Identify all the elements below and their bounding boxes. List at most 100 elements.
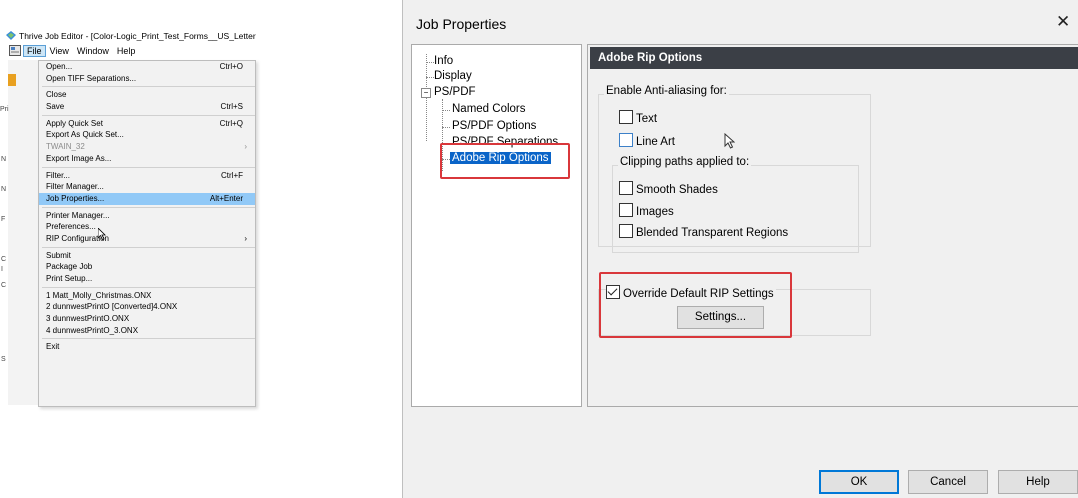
menu-file[interactable]: File [23,45,46,57]
line-art-label: Line Art [636,136,675,148]
tree-connector [426,62,434,63]
menu-item-close[interactable]: Close [39,89,255,101]
menu-item-package-job[interactable]: Package Job [39,261,255,273]
menu-item-label: Preferences... [46,222,96,232]
menu-separator [42,114,255,116]
menu-item-1-matt-molly-christmas-onx[interactable]: 1 Matt_Molly_Christmas.ONX [39,290,255,302]
antialias-group-label: Enable Anti-aliasing for: [604,85,729,97]
menu-window[interactable]: Window [73,45,113,57]
menu-view[interactable]: View [46,45,73,57]
menu-item-job-properties[interactable]: Job Properties... Alt+Enter [39,192,255,205]
smooth-shades-checkbox-row[interactable]: Smooth Shades [619,181,718,196]
menu-item-label: Filter... [46,170,71,180]
document-icon [9,45,21,56]
menu-item-label: Save [46,102,65,112]
collapse-icon[interactable]: − [421,88,431,98]
menu-separator [42,206,255,208]
menu-item-2-dunnwestprinto-converted-4-onx[interactable]: 2 dunnwestPrintO [Converted]4.ONX [39,301,255,313]
editor-menubar: File View Window Help [9,45,139,60]
menu-item-label: Apply Quick Set [46,118,103,128]
bg-fragment: F [1,216,6,223]
menu-item-open-tiff-separations[interactable]: Open TIFF Separations... [39,73,255,85]
mouse-pointer-icon [98,228,106,240]
menu-item-label: Open TIFF Separations... [46,73,137,83]
menu-item-filter-manager[interactable]: Filter Manager... [39,181,255,193]
images-checkbox[interactable] [619,203,633,217]
menu-help[interactable]: Help [113,45,140,57]
menu-item-label: 1 Matt_Molly_Christmas.ONX [46,290,152,300]
blended-checkbox-row[interactable]: Blended Transparent Regions [619,224,788,239]
bg-fragment: N [1,186,7,193]
menu-item-open[interactable]: Open... Ctrl+O [39,61,255,73]
submenu-arrow-icon: › [244,142,247,152]
bg-fragment: I [1,266,3,273]
file-menu-dropdown: Open... Ctrl+O Open TIFF Separations... Clo… [38,60,256,407]
menu-separator [42,286,255,288]
menu-item-label: Exit [46,342,60,352]
menu-item-label: Package Job [46,262,93,272]
job-properties-dialog: Job Properties ✕ − Info Display PS/PDF N… [402,0,1078,498]
menu-item-submit[interactable]: Submit [39,250,255,262]
close-icon[interactable]: ✕ [1056,12,1070,32]
tree-connector [442,110,450,111]
menu-item-shortcut: Ctrl+F [221,170,243,180]
menu-item-label: Print Setup... [46,274,93,283]
menu-item-label: 3 dunnwestPrintO.ONX [46,314,130,324]
menu-item-4-dunnwestprinto-3-onx[interactable]: 4 dunnwestPrintO_3.ONX [39,325,255,337]
menu-separator [42,166,255,168]
text-label: Text [636,113,658,125]
menu-separator [42,338,255,340]
menu-item-export-as-quick-set[interactable]: Export As Quick Set... [39,129,255,141]
mouse-pointer-icon [724,133,735,149]
tree-item-named-colors[interactable]: Named Colors [452,103,526,115]
menu-item-printer-manager[interactable]: Printer Manager... [39,210,255,222]
tree-item-ps-pdf-options[interactable]: PS/PDF Options [452,120,536,132]
editor-title: Thrive Job Editor - [Color-Logic_Print_T… [19,31,256,41]
menu-item-label: Export Image As... [46,153,112,163]
dialog-title: Job Properties [416,16,507,32]
bg-fragment: C [1,256,7,263]
text-checkbox[interactable] [619,110,633,124]
images-label: Images [636,206,674,218]
menu-item-print-setup[interactable]: Print Setup... [39,273,255,285]
text-checkbox-row[interactable]: Text [619,110,657,125]
bg-fragment: N [1,156,7,163]
menu-item-3-dunnwestprinto-onx[interactable]: 3 dunnwestPrintO.ONX [39,313,255,325]
menu-item-label: 2 dunnwestPrintO [Converted]4.ONX [46,302,178,312]
clipping-group-label: Clipping paths applied to: [618,156,752,168]
thrive-app-icon [6,31,16,40]
menu-item-label: Printer Manager... [46,210,110,220]
tree-item-ps-pdf[interactable]: PS/PDF [434,86,476,98]
blended-transparent-checkbox[interactable] [619,224,633,238]
menu-item-preferences[interactable]: Preferences... [39,221,255,233]
menu-item-apply-quick-set[interactable]: Apply Quick Set Ctrl+Q [39,118,255,130]
tree-item-info[interactable]: Info [434,55,453,67]
menu-item-shortcut: Ctrl+S [220,102,243,112]
menu-item-shortcut: Alt+Enter [209,193,243,203]
blended-label: Blended Transparent Regions [636,227,789,239]
menu-item-filter[interactable]: Filter... Ctrl+F [39,170,255,182]
menu-item-label: Export As Quick Set... [46,130,124,140]
menu-item-rip-configuration[interactable]: RIP Configuration › [39,233,255,245]
property-tree: − Info Display PS/PDF Named Colors PS/PD… [411,44,582,407]
line-art-checkbox-row[interactable]: Line Art [619,133,675,148]
tree-item-display[interactable]: Display [434,70,472,82]
menu-item-label: Filter Manager... [46,182,104,192]
bg-fragment: S [1,356,6,363]
menu-item-label: 4 dunnwestPrintO_3.ONX [46,325,139,335]
thrive-editor-window: Thrive Job Editor - [Color-Logic_Print_T… [0,0,258,407]
smooth-shades-checkbox[interactable] [619,181,633,195]
cancel-button[interactable]: Cancel [908,470,988,494]
help-button[interactable]: Help [998,470,1078,494]
panel-header: Adobe Rip Options [590,47,1078,69]
adobe-rip-options-panel: Adobe Rip Options Enable Anti-aliasing f… [587,44,1078,407]
ok-button[interactable]: OK [819,470,899,494]
menu-item-label: Job Properties... [46,193,105,203]
line-art-checkbox[interactable] [619,133,633,147]
menu-item-exit[interactable]: Exit [39,341,255,353]
menu-item-twain-32: TWAIN_32 › [39,141,255,153]
editor-background-panel: Pri N N F C I C S [0,60,39,405]
menu-item-save[interactable]: Save Ctrl+S [39,101,255,113]
menu-item-export-image-as[interactable]: Export Image As... [39,153,255,165]
images-checkbox-row[interactable]: Images [619,203,674,218]
